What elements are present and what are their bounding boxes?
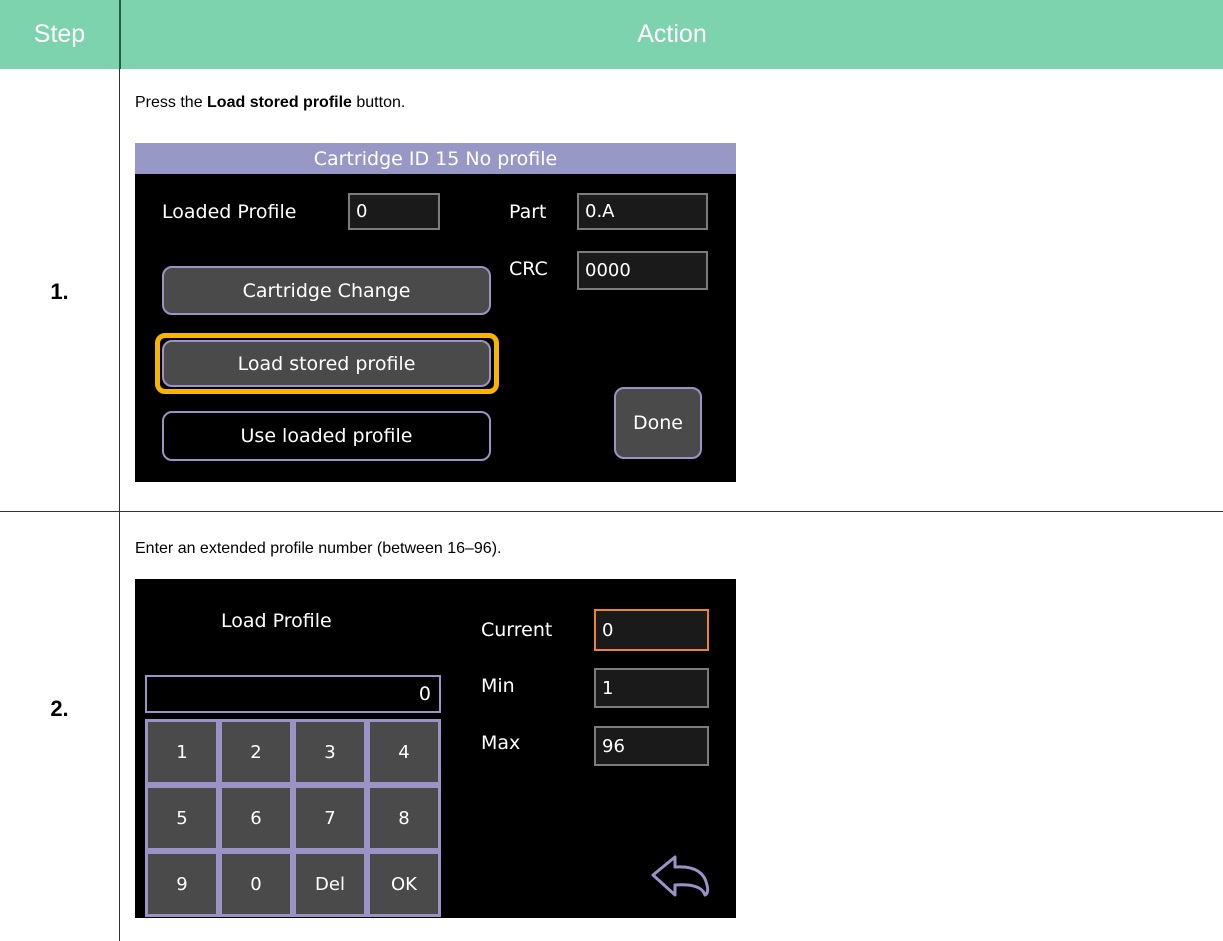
crc-label: CRC (509, 258, 548, 280)
key-8[interactable]: 8 (370, 788, 438, 848)
loaded-profile-label: Loaded Profile (162, 201, 297, 223)
min-field[interactable]: 1 (594, 668, 709, 708)
back-arrow-icon[interactable] (647, 851, 715, 901)
min-label: Min (481, 675, 515, 697)
step-number: 1. (50, 279, 69, 304)
instruction-text: Press the (135, 94, 208, 111)
key-7[interactable]: 7 (296, 788, 364, 848)
current-field[interactable]: 0 (594, 609, 709, 651)
use-loaded-profile-button[interactable]: Use loaded profile (162, 411, 491, 461)
row-divider (0, 511, 1223, 512)
max-label: Max (481, 732, 521, 754)
key-3[interactable]: 3 (296, 722, 364, 782)
load-profile-screen: Load Profile Current 0 Min 1 Max 96 0 1 … (135, 579, 736, 918)
crc-field[interactable]: 0000 (577, 251, 708, 290)
loaded-profile-field[interactable]: 0 (348, 193, 440, 230)
key-del[interactable]: Del (296, 854, 364, 914)
part-field[interactable]: 0.A (577, 193, 708, 230)
key-5[interactable]: 5 (148, 788, 216, 848)
key-ok[interactable]: OK (370, 854, 438, 914)
header-step: Step (0, 0, 121, 69)
load-stored-profile-button[interactable]: Load stored profile (162, 340, 491, 387)
step-number: 2. (50, 696, 69, 721)
instruction-table: Step Action 1. Press the Load stored pro… (0, 0, 1223, 941)
header-action: Action (121, 0, 1223, 69)
key-4[interactable]: 4 (370, 722, 438, 782)
done-button[interactable]: Done (614, 387, 702, 459)
key-1[interactable]: 1 (148, 722, 216, 782)
key-6[interactable]: 6 (222, 788, 290, 848)
cartridge-screen: Cartridge ID 15 No profile Loaded Profil… (135, 143, 736, 482)
step-instruction: Press the Load stored profile button. (135, 94, 405, 112)
key-0[interactable]: 0 (222, 854, 290, 914)
screen-title: Load Profile (221, 610, 332, 632)
column-divider (119, 69, 120, 941)
max-field[interactable]: 96 (594, 726, 709, 766)
keypad: 1 2 3 4 5 6 7 8 9 0 Del OK (145, 719, 441, 917)
instruction-bold: Load stored profile (207, 94, 352, 111)
instruction-text: button. (351, 94, 406, 111)
key-2[interactable]: 2 (222, 722, 290, 782)
step-instruction: Enter an extended profile number (betwee… (135, 540, 502, 557)
part-label: Part (509, 201, 547, 223)
screen-title: Cartridge ID 15 No profile (135, 143, 736, 174)
number-display: 0 (145, 675, 441, 713)
cartridge-change-button[interactable]: Cartridge Change (162, 266, 491, 315)
key-9[interactable]: 9 (148, 854, 216, 914)
current-label: Current (481, 619, 553, 641)
